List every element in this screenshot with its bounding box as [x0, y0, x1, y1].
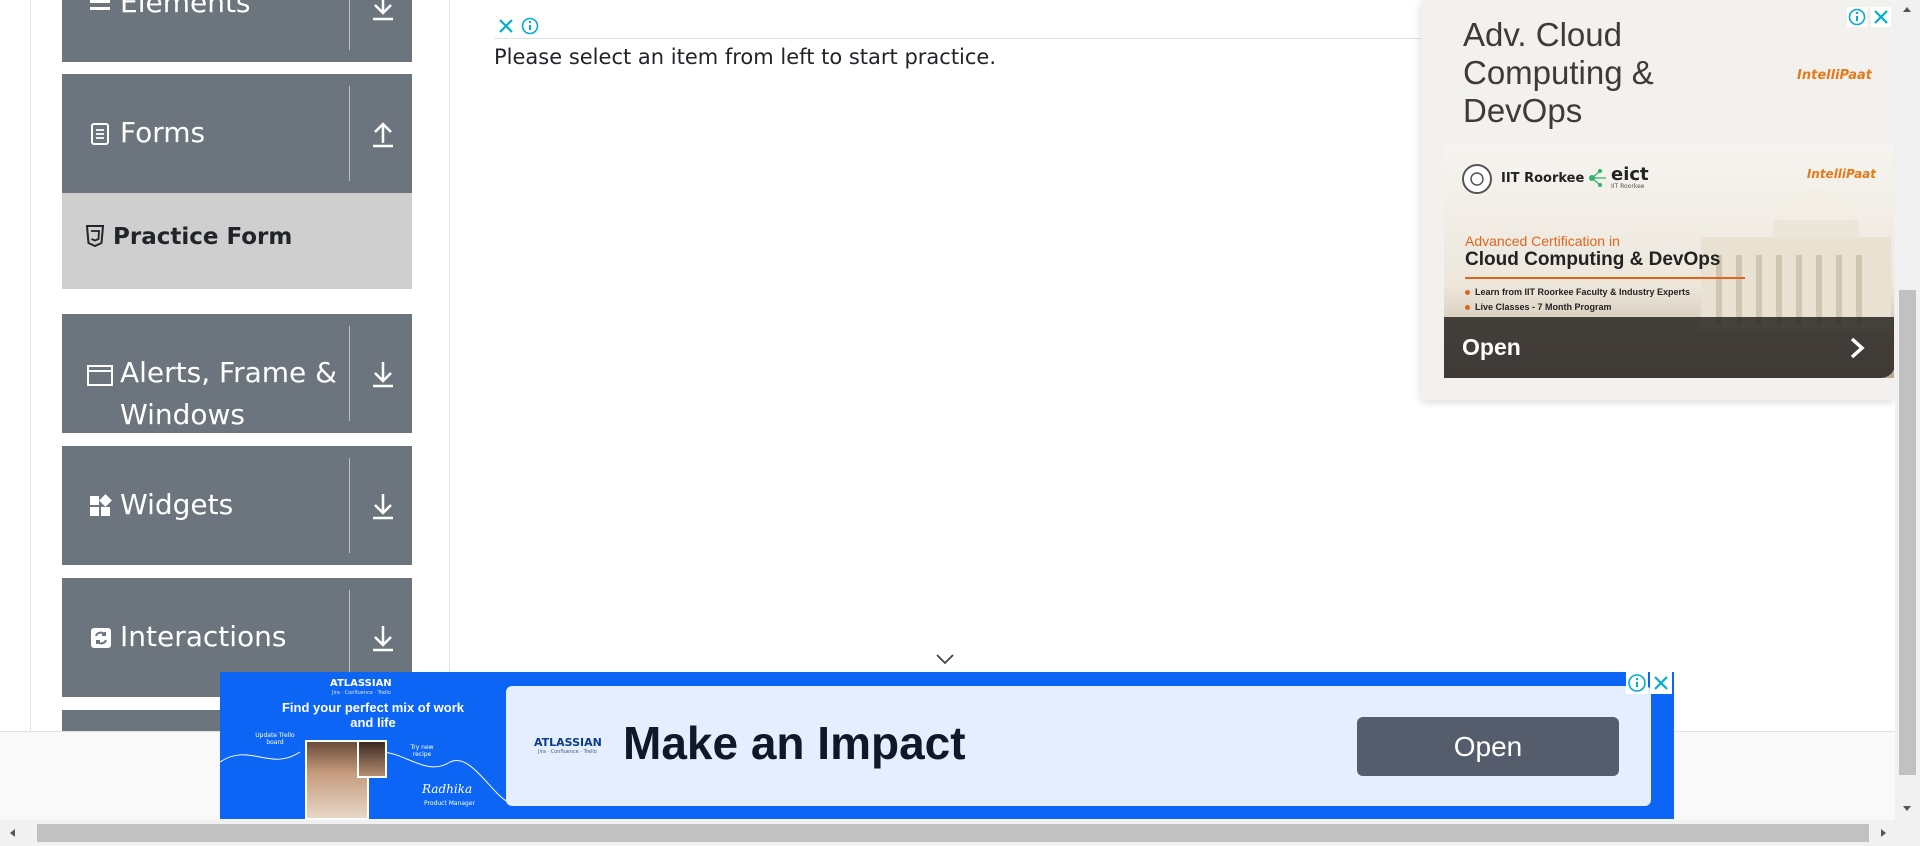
- partner-eict: eict: [1611, 164, 1649, 185]
- ad-open-label: Open: [1462, 334, 1521, 360]
- arrow-down-icon[interactable]: [368, 491, 398, 521]
- ad-open-button[interactable]: Open: [1357, 717, 1619, 776]
- sidebar-group-alerts-frame-windows[interactable]: Alerts, Frame & Windows: [62, 314, 412, 433]
- ad-brand-secondary: IntelliPaat: [1806, 167, 1876, 181]
- certification-label: Advanced Certification in: [1465, 233, 1620, 249]
- arrow-up-icon[interactable]: [368, 119, 398, 149]
- group-divider: [349, 326, 350, 421]
- ad-bullet: Live Classes - 7 Month Program: [1475, 302, 1612, 312]
- arrow-down-icon[interactable]: [368, 359, 398, 389]
- eict-logo: [1589, 169, 1606, 187]
- window-icon: [87, 365, 113, 386]
- left-column-border: [30, 0, 31, 731]
- sidebar-group-label: Alerts, Frame &: [120, 356, 338, 389]
- title-underline: [1465, 277, 1745, 279]
- cloud-devops-ad[interactable]: Adv. Cloud Computing & DevOps IntelliPaa…: [1421, 0, 1894, 400]
- interactions-icon: [91, 628, 111, 648]
- sidebar-group-label: Widgets: [120, 488, 234, 521]
- arrow-down-icon[interactable]: [368, 0, 398, 22]
- sidebar-group-forms[interactable]: Forms: [62, 74, 412, 193]
- person-role: Product Manager: [424, 800, 475, 807]
- signature: Radhika: [422, 782, 473, 796]
- ad-info-icon[interactable]: [1847, 7, 1867, 27]
- arrow-down-icon[interactable]: [368, 623, 398, 653]
- sidebar-item-practice-form[interactable]: Practice Form: [62, 193, 412, 289]
- bullet-dot: [1465, 305, 1470, 310]
- iit-roorkee-logo: [1462, 164, 1492, 194]
- partner-eict-sub: IIT Roorkee: [1611, 183, 1645, 190]
- ad-headline: Make an Impact: [623, 717, 966, 769]
- sidebar-divider: [449, 0, 450, 731]
- ad-info-icon[interactable]: [1626, 672, 1648, 694]
- vertical-scroll-thumb[interactable]: [1899, 290, 1916, 775]
- scroll-up-arrow[interactable]: [1902, 4, 1912, 14]
- ad-left-panel: ATLASSIAN Jira · Confluence · Trello Fin…: [220, 672, 508, 819]
- start-practice-message: Please select an item from left to start…: [494, 45, 997, 69]
- chevron-right-icon: [1850, 337, 1865, 359]
- scroll-left-arrow[interactable]: [7, 828, 17, 838]
- ad-headline: Adv. Cloud Computing & DevOps: [1463, 16, 1654, 129]
- person-photo-small: [357, 740, 387, 778]
- ad-open-bar[interactable]: Open: [1444, 317, 1894, 378]
- scroll-right-arrow[interactable]: [1879, 828, 1889, 838]
- ad-brand: IntelliPaat: [1797, 68, 1872, 83]
- group-divider: [349, 86, 350, 181]
- atlassian-logo: ATLASSIAN: [534, 736, 602, 749]
- ad-bullet: Learn from IIT Roorkee Faculty & Industr…: [1475, 287, 1691, 297]
- ad-close-icon[interactable]: [1871, 7, 1891, 27]
- menu-icon: [90, 0, 110, 10]
- partner-iit-roorkee: IIT Roorkee: [1501, 171, 1585, 186]
- sidebar-group-label: Elements: [120, 0, 251, 19]
- ad-close-icon[interactable]: [1650, 672, 1672, 694]
- group-divider: [349, 590, 350, 685]
- atlassian-logo-small: ATLASSIAN: [330, 678, 392, 689]
- certification-title: Cloud Computing & DevOps: [1465, 249, 1721, 270]
- sidebar-group-label-line2: Windows: [120, 398, 245, 431]
- sidebar-group-elements[interactable]: Elements: [62, 0, 412, 62]
- building-image: [1701, 190, 1891, 330]
- group-divider: [349, 458, 350, 553]
- chevron-down-icon[interactable]: [935, 653, 955, 665]
- atlassian-ad[interactable]: ATLASSIAN Jira · Confluence · Trello Fin…: [220, 672, 1674, 819]
- scroll-down-arrow[interactable]: [1902, 804, 1912, 814]
- html5-icon: [86, 225, 104, 247]
- close-icon[interactable]: [496, 16, 516, 36]
- ad-card[interactable]: ATLASSIAN Jira · Confluence · Trello Mak…: [506, 686, 1651, 806]
- sidebar-group-label: Forms: [120, 116, 206, 149]
- document-icon: [91, 123, 109, 145]
- atlassian-products-small: Jira · Confluence · Trello: [332, 690, 391, 696]
- group-divider: [349, 0, 350, 50]
- widgets-icon: [90, 494, 112, 516]
- ad-tagline: Find your perfect mix of work and life: [281, 700, 465, 730]
- atlassian-products: Jira · Confluence · Trello: [538, 749, 597, 755]
- content-divider: [494, 38, 1424, 39]
- sidebar-item-label: Practice Form: [113, 224, 293, 250]
- info-icon[interactable]: [520, 16, 540, 36]
- horizontal-scroll-thumb[interactable]: [37, 824, 1869, 842]
- sidebar-group-label: Interactions: [120, 620, 287, 653]
- sidebar-group-widgets[interactable]: Widgets: [62, 446, 412, 565]
- bullet-dot: [1465, 290, 1470, 295]
